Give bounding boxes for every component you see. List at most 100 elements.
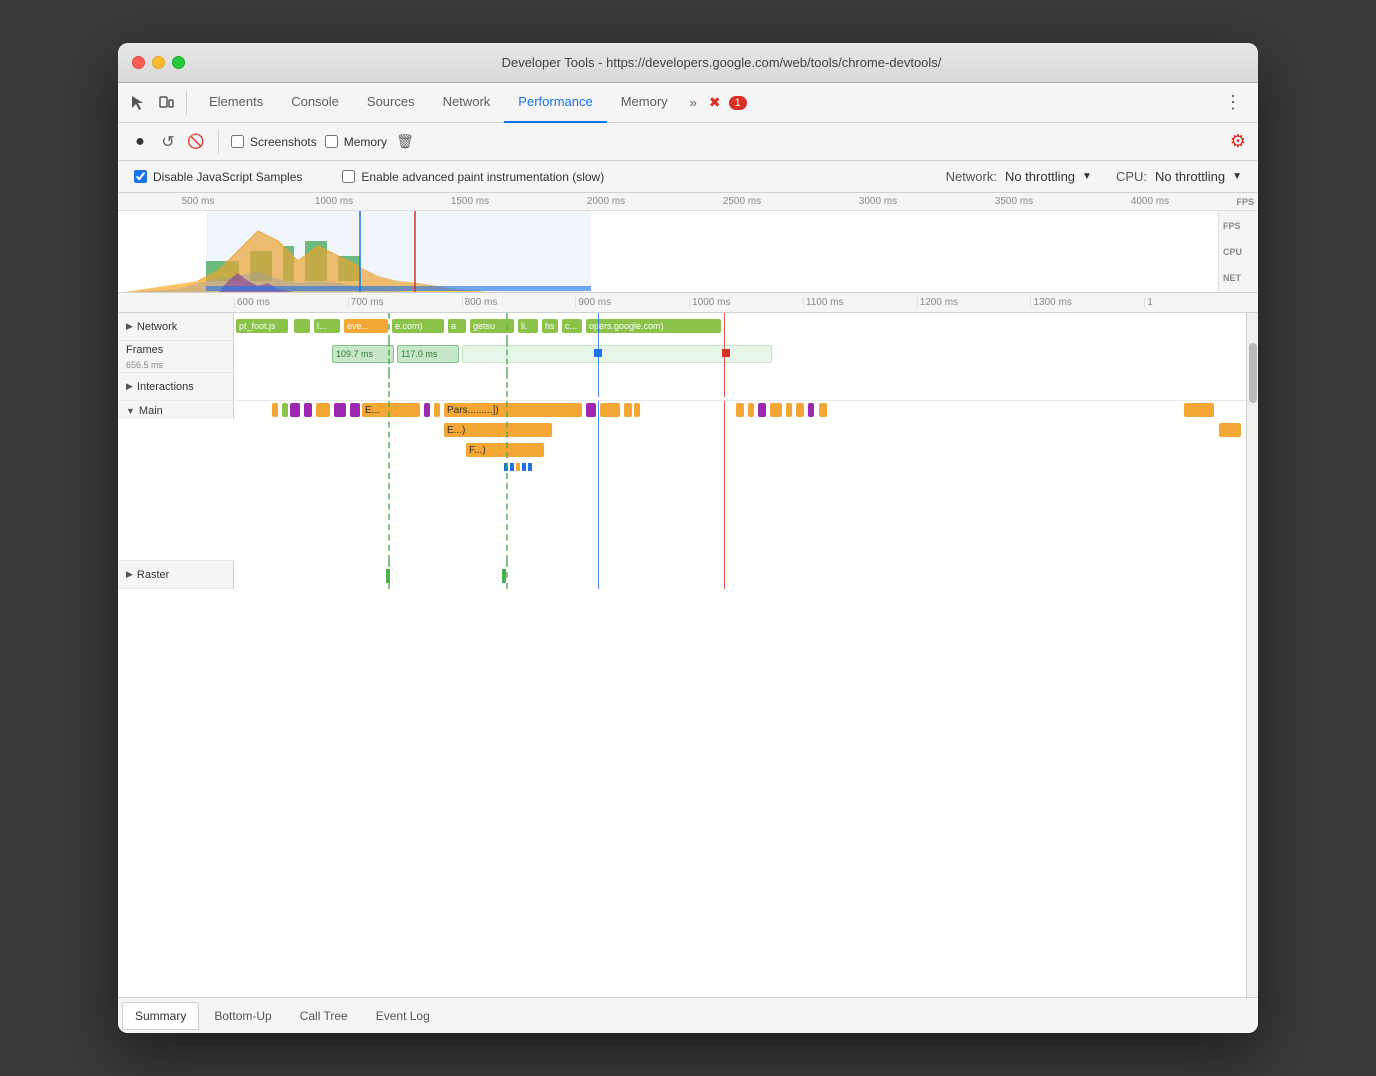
main-11[interactable] xyxy=(624,403,632,417)
frames-time-note: 656.5 ms xyxy=(126,360,163,370)
main-10[interactable] xyxy=(600,403,620,417)
main-0[interactable] xyxy=(272,403,278,417)
settings-button[interactable]: ⚙ xyxy=(1230,131,1246,152)
main-3[interactable] xyxy=(304,403,312,417)
tick-end: 1 xyxy=(1144,297,1258,308)
timeline-overview[interactable]: 500 ms 1000 ms 1500 ms 2000 ms 2500 ms 3… xyxy=(118,193,1258,293)
raster-expand-arrow: ▶ xyxy=(126,569,133,580)
net-item-7[interactable]: li. xyxy=(518,319,538,333)
main-e2[interactable]: E...) xyxy=(444,423,552,437)
frame-0[interactable]: 109.7 ms xyxy=(332,345,394,363)
memory-checkbox[interactable] xyxy=(325,135,338,148)
device-icon[interactable] xyxy=(154,91,178,115)
memory-checkbox-label[interactable]: Memory xyxy=(325,135,387,149)
minimize-button[interactable] xyxy=(152,56,165,69)
cpu-right-label: CPU xyxy=(1223,247,1254,257)
main-r5[interactable] xyxy=(786,403,792,417)
main-f1[interactable]: F...) xyxy=(466,443,544,457)
tab-console[interactable]: Console xyxy=(277,83,353,123)
main-12[interactable] xyxy=(634,403,640,417)
main-pars[interactable]: Pars.........]) xyxy=(444,403,582,417)
main-r1[interactable] xyxy=(736,403,744,417)
record-button[interactable]: ● xyxy=(130,132,150,152)
call-tree-tab[interactable]: Call Tree xyxy=(287,1002,361,1030)
main-r4[interactable] xyxy=(770,403,782,417)
disable-js-label[interactable]: Disable JavaScript Samples xyxy=(134,170,302,184)
main-r7[interactable] xyxy=(808,403,814,417)
main-track-label[interactable]: ▼ Main xyxy=(118,401,234,419)
network-track-label[interactable]: ▶ Network xyxy=(118,313,234,340)
advanced-paint-label[interactable]: Enable advanced paint instrumentation (s… xyxy=(342,170,604,184)
main-e1[interactable]: E... xyxy=(362,403,420,417)
summary-tab[interactable]: Summary xyxy=(122,1002,199,1030)
menu-button[interactable]: ⋮ xyxy=(1216,92,1250,113)
main-7[interactable] xyxy=(424,403,430,417)
close-button[interactable] xyxy=(132,56,145,69)
separator xyxy=(186,91,187,115)
tab-network[interactable]: Network xyxy=(429,83,505,123)
main-4[interactable] xyxy=(316,403,330,417)
raster-track-label[interactable]: ▶ Raster xyxy=(118,561,234,588)
main-r2[interactable] xyxy=(748,403,754,417)
tab-memory[interactable]: Memory xyxy=(607,83,682,123)
main-far-2[interactable] xyxy=(1219,423,1241,437)
cursor-icon[interactable] xyxy=(126,91,150,115)
main-8[interactable] xyxy=(434,403,440,417)
net-item-4[interactable]: e.com) xyxy=(392,319,444,333)
more-tabs[interactable]: » xyxy=(682,95,705,110)
maximize-button[interactable] xyxy=(172,56,185,69)
main-9[interactable] xyxy=(586,403,596,417)
raster-track-content[interactable] xyxy=(234,561,1246,589)
raster-solid-red xyxy=(724,561,725,589)
main-1[interactable] xyxy=(282,403,288,417)
net-item-1[interactable] xyxy=(294,319,310,333)
main-far-1[interactable] xyxy=(1184,403,1214,417)
net-item-9[interactable]: c... xyxy=(562,319,582,333)
main-2[interactable] xyxy=(290,403,300,417)
summary-bar: Summary Bottom-Up Call Tree Event Log xyxy=(118,997,1258,1033)
bottom-up-tab[interactable]: Bottom-Up xyxy=(201,1002,284,1030)
memory-label: Memory xyxy=(344,135,387,149)
interactions-track-label[interactable]: ▶ Interactions xyxy=(118,373,234,400)
main-5[interactable] xyxy=(334,403,346,417)
screenshots-checkbox[interactable] xyxy=(231,135,244,148)
net-item-0[interactable]: pt_foot.js xyxy=(236,319,288,333)
raster-solid-blue xyxy=(598,561,599,589)
cpu-throttle[interactable]: CPU: No throttling ▼ xyxy=(1116,169,1242,184)
net-item-5[interactable]: a xyxy=(448,319,466,333)
main-6[interactable] xyxy=(350,403,360,417)
time-1000: 1000 ms xyxy=(266,196,402,207)
network-track-content[interactable]: pt_foot.js l... eve... e.com) a getsu li… xyxy=(234,313,1246,341)
advanced-paint-checkbox[interactable] xyxy=(342,170,355,183)
network-throttle[interactable]: Network: No throttling ▼ xyxy=(946,169,1092,184)
stop-button[interactable]: 🚫 xyxy=(186,132,206,152)
screenshots-checkbox-label[interactable]: Screenshots xyxy=(231,135,317,149)
net-item-2[interactable]: l... xyxy=(314,319,340,333)
net-item-8[interactable]: hs xyxy=(542,319,558,333)
main-r6[interactable] xyxy=(796,403,804,417)
disable-js-checkbox[interactable] xyxy=(134,170,147,183)
network-value: No throttling xyxy=(1005,169,1075,184)
main-s2 xyxy=(510,463,514,471)
reload-button[interactable]: ↺ xyxy=(158,132,178,152)
scrollbar[interactable] xyxy=(1246,313,1258,997)
tab-sources[interactable]: Sources xyxy=(353,83,429,123)
frames-track-label[interactable]: Frames 656.5 ms xyxy=(118,341,234,372)
tick-1300: 1300 ms xyxy=(1030,297,1144,308)
tab-performance[interactable]: Performance xyxy=(504,83,606,123)
main-track-content[interactable]: E... Pars.........]) E xyxy=(234,401,1246,561)
net-item-10[interactable]: opers.google.com) xyxy=(586,319,721,333)
inter-dashed-2 xyxy=(506,373,508,397)
tab-elements[interactable]: Elements xyxy=(195,83,277,123)
frames-track-content[interactable]: 109.7 ms 117.0 ms xyxy=(234,341,1246,373)
interactions-track-content[interactable] xyxy=(234,373,1246,397)
scrollbar-thumb[interactable] xyxy=(1249,343,1257,403)
clear-button[interactable]: 🗑 xyxy=(395,132,415,152)
main-r3[interactable] xyxy=(758,403,766,417)
frame-1[interactable]: 117.0 ms xyxy=(397,345,459,363)
main-s5 xyxy=(528,463,532,471)
event-log-tab[interactable]: Event Log xyxy=(363,1002,443,1030)
main-r8[interactable] xyxy=(819,403,827,417)
top-toolbar: Elements Console Sources Network Perform… xyxy=(118,83,1258,123)
net-item-3[interactable]: eve... xyxy=(344,319,388,333)
